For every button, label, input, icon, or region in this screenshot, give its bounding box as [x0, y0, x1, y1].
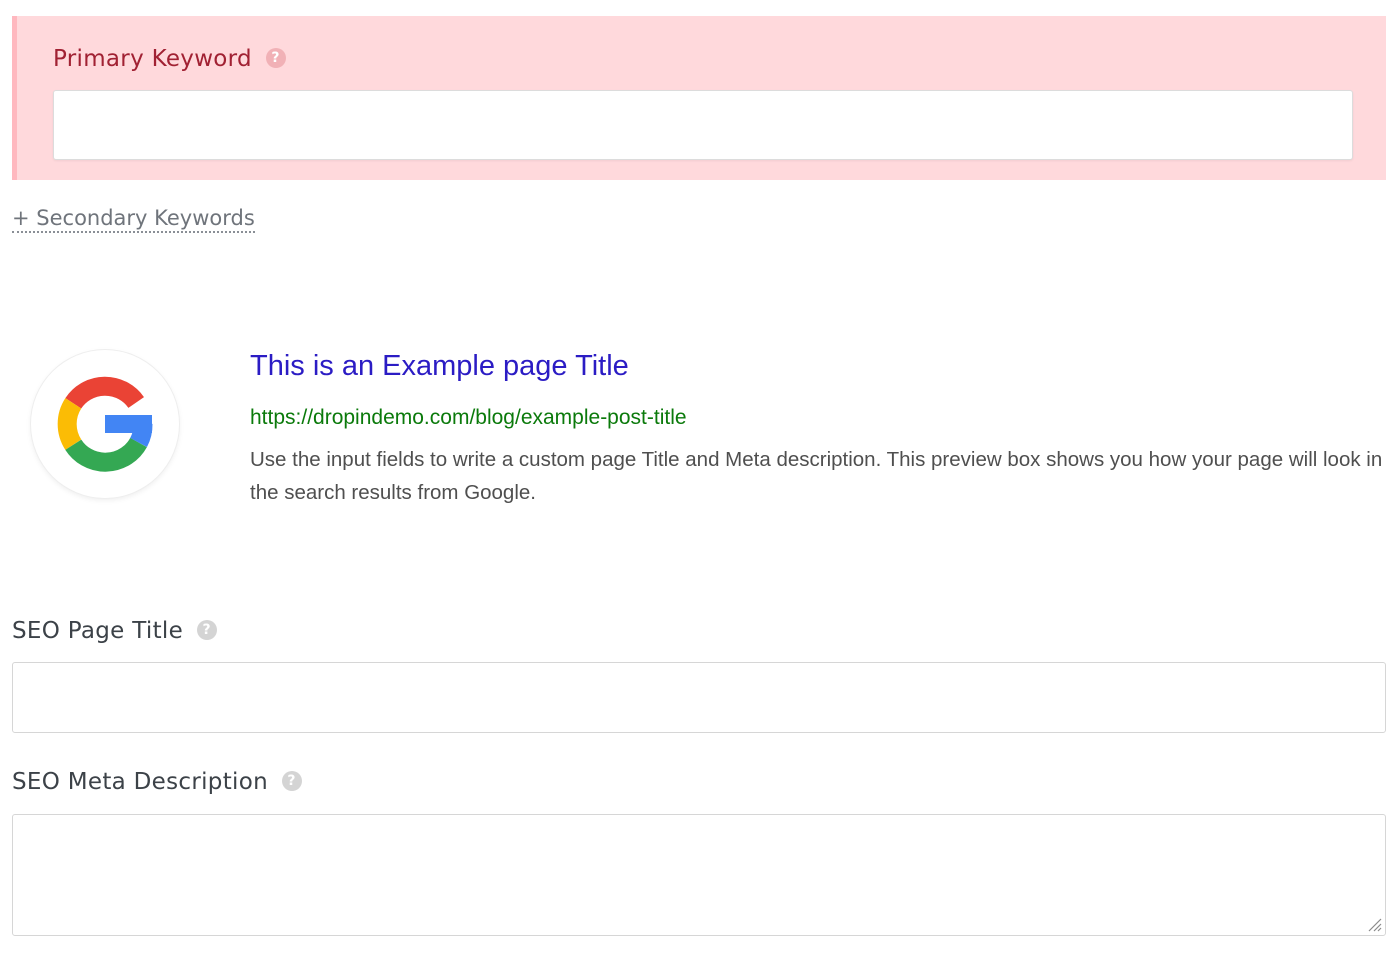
seo-meta-label: SEO Meta Description [12, 769, 268, 795]
secondary-keywords-link[interactable]: + Secondary Keywords [12, 206, 255, 233]
resize-handle-icon[interactable] [1366, 916, 1382, 932]
seo-meta-label-row: SEO Meta Description ? [12, 769, 302, 795]
seo-title-label-row: SEO Page Title ? [12, 618, 217, 644]
google-logo-badge [31, 350, 179, 498]
primary-keyword-panel: Primary Keyword ? [12, 16, 1386, 180]
question-icon[interactable]: ? [196, 619, 217, 640]
question-icon[interactable]: ? [281, 770, 302, 791]
primary-keyword-label: Primary Keyword [53, 46, 252, 72]
primary-keyword-label-row: Primary Keyword ? [53, 46, 286, 72]
question-icon[interactable]: ? [265, 47, 286, 68]
seo-title-label: SEO Page Title [12, 618, 184, 644]
seo-title-input[interactable] [12, 662, 1386, 733]
primary-keyword-input[interactable] [53, 90, 1353, 160]
preview-description: Use the input fields to write a custom p… [250, 448, 1383, 504]
seo-meta-description-textarea[interactable] [12, 814, 1386, 936]
preview-url: https://dropindemo.com/blog/example-post… [250, 406, 687, 429]
google-logo-icon [57, 376, 153, 472]
preview-page-title[interactable]: This is an Example page Title [250, 350, 629, 383]
